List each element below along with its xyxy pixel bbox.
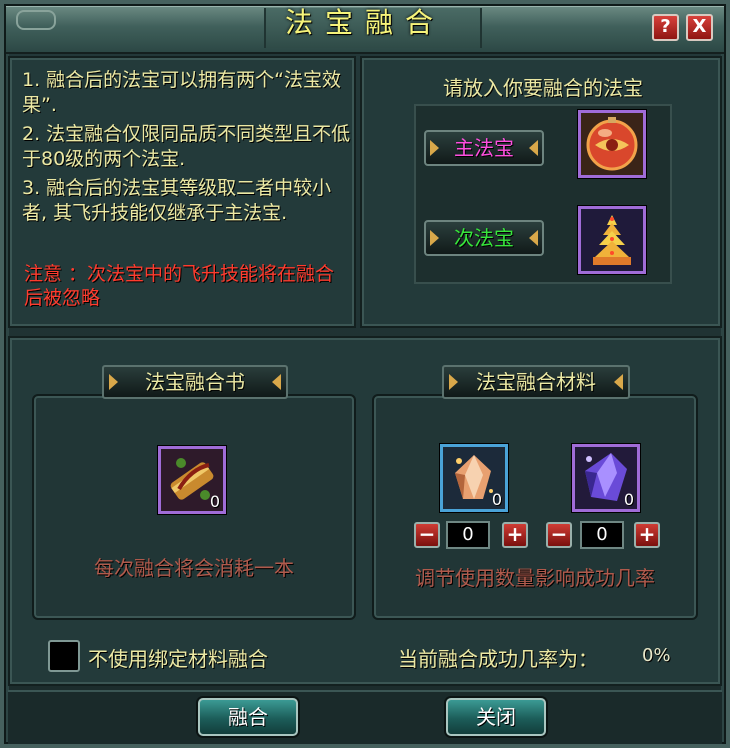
secondary-treasure-text: 次法宝 xyxy=(454,226,514,250)
plus-button[interactable]: + xyxy=(502,522,528,548)
window-title: 法宝融合 xyxy=(284,6,445,39)
arrow-left-icon xyxy=(614,374,623,390)
fusion-book-note: 每次融合将会消耗一本 xyxy=(94,556,294,580)
description-text: 1. 融合后的法宝可以拥有两个“法宝效果”. 2. 法宝融合仅限同品质不同类型且… xyxy=(22,68,352,230)
material-1-count: 0 xyxy=(491,490,502,509)
minus-button[interactable]: − xyxy=(414,522,440,548)
main-treasure-slot[interactable] xyxy=(578,110,646,178)
arrow-right-icon xyxy=(109,374,118,390)
fusion-book-slot[interactable]: 0 xyxy=(158,446,226,514)
pagoda-treasure-icon xyxy=(581,209,643,271)
rule-line-2: 2. 法宝融合仅限同品质不同类型且不低于80级的两个法宝. xyxy=(22,123,351,170)
material-2-quantity[interactable]: 0 xyxy=(580,521,624,549)
material-slot-1[interactable]: 0 xyxy=(440,444,508,512)
material-1-quantity[interactable]: 0 xyxy=(446,521,490,549)
corner-ornament-left xyxy=(16,10,56,30)
help-button[interactable]: ? xyxy=(652,14,679,41)
main-treasure-text: 主法宝 xyxy=(454,136,514,160)
secondary-treasure-label: 次法宝 xyxy=(424,220,544,256)
close-button[interactable]: 关闭 xyxy=(446,698,546,736)
arrow-left-icon xyxy=(272,374,281,390)
fuse-button[interactable]: 融合 xyxy=(198,698,298,736)
material-2-count: 0 xyxy=(623,490,634,509)
secondary-treasure-slot[interactable] xyxy=(578,206,646,274)
no-bound-material-checkbox[interactable] xyxy=(48,640,80,672)
fusion-book-count: 0 xyxy=(209,492,220,511)
rule-line-3: 3. 融合后的法宝其等级取二者中较小者, 其飞升技能仅继承于主法宝. xyxy=(22,177,332,224)
rule-line-1: 1. 融合后的法宝可以拥有两个“法宝效果”. xyxy=(22,69,342,116)
success-rate-value: 0% xyxy=(642,645,671,666)
main-treasure-label: 主法宝 xyxy=(424,130,544,166)
material-note: 调节使用数量影响成功几率 xyxy=(415,566,655,590)
success-rate-label: 当前融合成功几率为： xyxy=(398,647,598,671)
arrow-right-icon xyxy=(430,230,439,246)
minus-button[interactable]: − xyxy=(546,522,572,548)
fusion-material-header: 法宝融合材料 xyxy=(442,365,630,399)
warning-text: 注意 ：次法宝中的飞升技能将在融合后被忽略 xyxy=(24,263,335,309)
arrow-left-icon xyxy=(529,230,538,246)
arrow-right-icon xyxy=(430,140,439,156)
fusion-material-header-text: 法宝融合材料 xyxy=(476,370,596,394)
arrow-right-icon xyxy=(449,374,458,390)
material-slot-2[interactable]: 0 xyxy=(572,444,640,512)
close-icon[interactable]: X xyxy=(686,14,713,41)
arrow-left-icon xyxy=(529,140,538,156)
footer-bar xyxy=(8,690,722,744)
fusion-book-header: 法宝融合书 xyxy=(102,365,288,399)
fusion-book-header-text: 法宝融合书 xyxy=(145,370,245,394)
plus-button[interactable]: + xyxy=(634,522,660,548)
slots-title: 请放入你要融合的法宝 xyxy=(443,76,643,100)
orb-treasure-icon xyxy=(581,113,643,175)
no-bound-material-label: 不使用绑定材料融合 xyxy=(88,647,268,671)
